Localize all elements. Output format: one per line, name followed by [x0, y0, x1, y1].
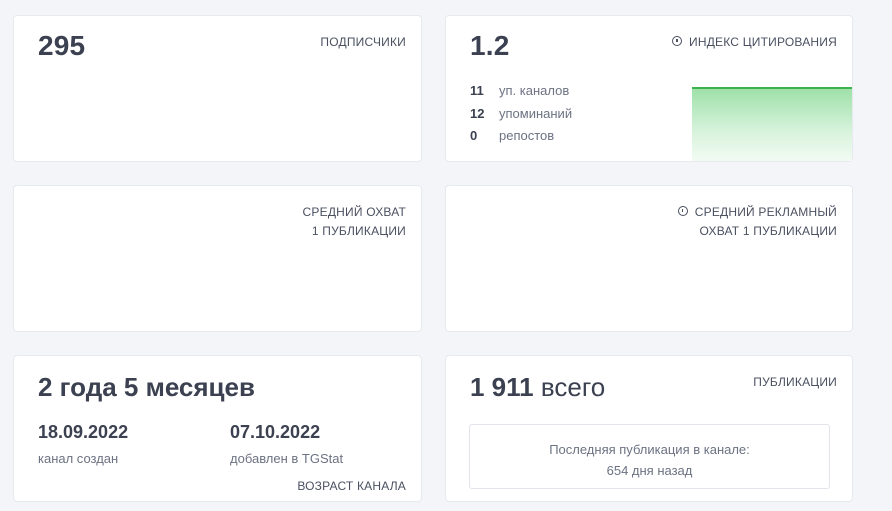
avg-ad-reach-card: СРЕДНИЙ РЕКЛАМНЫЙ ОХВАТ 1 ПУБЛИКАЦИИ	[445, 185, 853, 332]
stat-reposts-count: 0	[470, 128, 478, 143]
stat-mentions-count: 12	[470, 105, 485, 121]
avg-reach-label-line2: 1 ПУБЛИКАЦИИ	[311, 224, 406, 238]
last-publication-caption: Последняя публикация в канале:	[549, 442, 750, 457]
citation-stats: 11 уп. каналов 12 упоминаний 0 репостов	[470, 80, 572, 148]
avg-reach-label: СРЕДНИЙ ОХВАТ 1 ПУБЛИКАЦИИ	[303, 203, 406, 241]
sparkline-area	[692, 88, 852, 161]
last-publication-age: 654 дня назад	[606, 463, 693, 478]
added-caption: добавлен в TGStat	[230, 451, 344, 466]
added-date-block: 07.10.2022 добавлен в TGStat	[230, 422, 343, 466]
citation-index-label: ИНДЕКС ЦИТИРОВАНИЯ	[672, 33, 837, 52]
avg-ad-reach-label-line1: СРЕДНИЙ РЕКЛАМНЫЙ	[694, 205, 837, 219]
stat-row: 0 репостов	[470, 125, 572, 148]
citation-index-label-text: ИНДЕКС ЦИТИРОВАНИЯ	[689, 35, 837, 49]
avg-ad-reach-label-line2: ОХВАТ 1 ПУБЛИКАЦИИ	[699, 224, 837, 238]
channel-age-card: 2 года 5 месяцев 18.09.2022 канал создан…	[13, 355, 422, 502]
subscribers-count: 295	[38, 30, 86, 61]
stat-channels-count: 11	[470, 83, 484, 98]
added-date: 07.10.2022	[230, 422, 321, 442]
created-date-block: 18.09.2022 канал создан	[38, 422, 128, 466]
citation-index-value: 1.2	[470, 30, 510, 61]
info-icon[interactable]	[677, 206, 688, 216]
channel-age-label: ВОЗРАСТ КАНАЛА	[297, 479, 406, 493]
sparkline-line	[692, 87, 852, 89]
posts-count-suffix: всего	[540, 372, 606, 402]
citation-sparkline	[692, 86, 852, 161]
avg-reach-label-line1: СРЕДНИЙ ОХВАТ	[302, 205, 406, 219]
stat-channels-text: уп. каналов	[499, 83, 570, 98]
subscribers-label: ПОДПИСЧИКИ	[320, 35, 406, 49]
stat-row: 12 упоминаний	[470, 103, 572, 126]
avg-reach-card: СРЕДНИЙ ОХВАТ 1 ПУБЛИКАЦИИ	[13, 185, 422, 332]
posts-label: ПУБЛИКАЦИИ	[753, 375, 837, 389]
subscribers-card: 295 ПОДПИСЧИКИ	[13, 15, 422, 162]
stat-row: 11 уп. каналов	[470, 80, 572, 103]
avg-ad-reach-label: СРЕДНИЙ РЕКЛАМНЫЙ ОХВАТ 1 ПУБЛИКАЦИИ	[677, 203, 837, 241]
last-publication-box: Последняя публикация в канале: 654 дня н…	[469, 424, 830, 489]
created-caption: канал создан	[38, 451, 119, 466]
posts-count-number: 1 911	[470, 372, 534, 402]
created-date: 18.09.2022	[38, 422, 129, 442]
posts-count: 1 911 всего	[470, 372, 605, 403]
channel-age-title: 2 года 5 месяцев	[38, 372, 255, 402]
stat-mentions-text: упоминаний	[499, 105, 573, 121]
citation-index-card: 1.2 ИНДЕКС ЦИТИРОВАНИЯ 11 уп. каналов 12 у…	[445, 15, 853, 162]
info-icon[interactable]	[672, 36, 683, 46]
stat-reposts-text: репостов	[499, 128, 555, 143]
posts-card: 1 911 всего ПУБЛИКАЦИИ Последняя публика…	[445, 355, 853, 502]
